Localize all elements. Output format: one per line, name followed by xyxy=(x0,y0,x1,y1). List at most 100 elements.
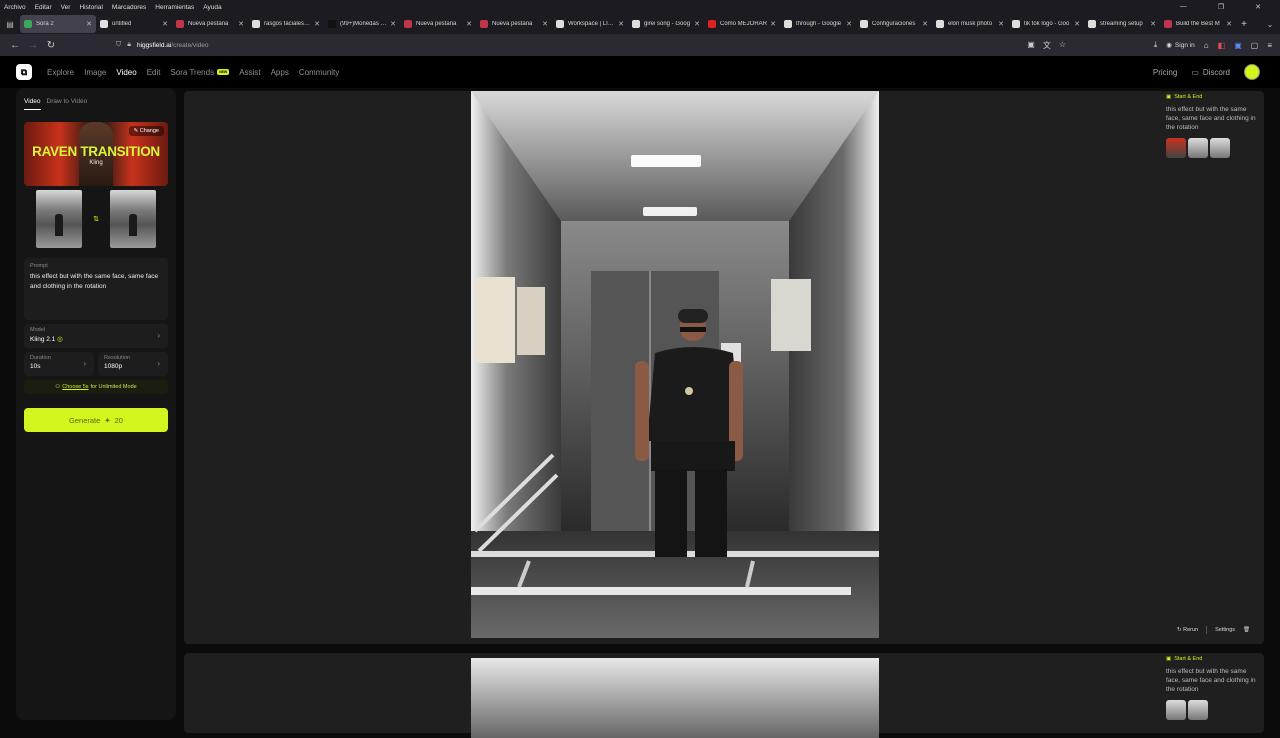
browser-tab[interactable]: elon musk photo ✕ xyxy=(932,15,1008,33)
tab-close-icon[interactable]: ✕ xyxy=(1074,20,1080,28)
browser-tab[interactable]: Workspace | LIVE ✕ xyxy=(552,15,628,33)
tab-close-icon[interactable]: ✕ xyxy=(390,20,396,28)
nav-image[interactable]: Image xyxy=(79,68,111,77)
browser-tab[interactable]: Configuraciones ✕ xyxy=(856,15,932,33)
extension-red-icon[interactable]: ◧ xyxy=(1218,41,1226,50)
user-avatar[interactable] xyxy=(1244,64,1260,80)
browser-tab[interactable]: girei song - Goog ✕ xyxy=(628,15,704,33)
nav-sora-trends[interactable]: Sora Trends NEW xyxy=(165,68,234,77)
nav-apps[interactable]: Apps xyxy=(266,68,294,77)
prompt-field[interactable]: Prompt this effect but with the same fac… xyxy=(24,258,168,320)
forward-arrow-icon[interactable]: → xyxy=(24,36,42,54)
tab-video[interactable]: Video xyxy=(24,98,41,110)
generate-button[interactable]: Generate ✦ 20 xyxy=(24,408,168,432)
result-video-2[interactable] xyxy=(471,658,879,738)
extension-square-icon[interactable]: ▢ xyxy=(1251,41,1259,50)
bookmark-star-icon[interactable]: ☆ xyxy=(1059,40,1066,51)
pricing-link[interactable]: Pricing xyxy=(1153,68,1177,77)
lock-icon[interactable]: 🔒︎ xyxy=(127,41,131,49)
tab-close-icon[interactable]: ✕ xyxy=(846,20,852,28)
browser-tab[interactable]: Sora 2 ✕ xyxy=(20,15,96,33)
translate-icon[interactable]: 文 xyxy=(1043,40,1051,51)
higgsfield-logo-icon[interactable]: ⧉ xyxy=(16,64,32,80)
swap-frames-icon[interactable]: ⇅ xyxy=(93,215,99,223)
nav-explore[interactable]: Explore xyxy=(42,68,79,77)
end-frame-thumbnail[interactable] xyxy=(1188,700,1208,720)
nav-video[interactable]: Video xyxy=(111,68,141,77)
menu-historial[interactable]: Historial xyxy=(75,4,107,11)
tab-close-icon[interactable]: ✕ xyxy=(770,20,776,28)
browser-tab[interactable]: untitled ✕ xyxy=(96,15,172,33)
tab-list-icon[interactable]: ▤ xyxy=(0,14,20,34)
browser-tab[interactable]: through - Google ✕ xyxy=(780,15,856,33)
tab-overflow-chevron-icon[interactable]: ⌄ xyxy=(1260,20,1280,29)
prompt-text[interactable]: this effect but with the same face, same… xyxy=(30,272,162,292)
effect-card[interactable]: ✎ Change RAVEN TRANSITION Kling xyxy=(24,122,168,186)
end-frame-thumbnail[interactable] xyxy=(1210,138,1230,158)
tab-close-icon[interactable]: ✕ xyxy=(466,20,472,28)
nav-assist[interactable]: Assist xyxy=(234,68,265,77)
address-bar[interactable]: ⛉ 🔒︎ higgsfield.ai/create/video ▣ 文 ☆ xyxy=(116,37,1066,53)
start-frame-image[interactable] xyxy=(36,190,82,248)
sign-in-button[interactable]: ◉ Sign in xyxy=(1166,41,1195,50)
shield-icon[interactable]: ⛉ xyxy=(116,41,121,49)
browser-tab[interactable]: Nueva pestaña ✕ xyxy=(172,15,248,33)
result-video[interactable] xyxy=(471,91,879,638)
restore-icon[interactable]: ❐ xyxy=(1214,3,1229,11)
browser-tab[interactable]: Nueva pestaña ✕ xyxy=(476,15,552,33)
close-window-icon[interactable]: ✕ xyxy=(1251,3,1266,11)
tab-close-icon[interactable]: ✕ xyxy=(694,20,700,28)
tab-close-icon[interactable]: ✕ xyxy=(1150,20,1156,28)
change-effect-button[interactable]: ✎ Change xyxy=(128,126,164,136)
browser-tab[interactable]: (99+)Monedas de ✕ xyxy=(324,15,400,33)
minimize-icon[interactable]: — xyxy=(1176,3,1192,11)
tab-close-icon[interactable]: ✕ xyxy=(314,20,320,28)
nav-edit[interactable]: Edit xyxy=(142,68,166,77)
menu-ver[interactable]: Ver xyxy=(57,4,76,11)
trash-icon[interactable]: 🗑︎ xyxy=(1243,627,1250,633)
start-frame-thumbnail[interactable] xyxy=(1166,700,1186,720)
discord-link[interactable]: ▭ Discord xyxy=(1191,68,1230,77)
browser-tab[interactable]: Nueva pestaña ✕ xyxy=(400,15,476,33)
menu-ayuda[interactable]: Ayuda xyxy=(199,4,226,11)
browser-tab[interactable]: Cómo MEJORAR ✕ xyxy=(704,15,780,33)
reload-icon[interactable]: ↻ xyxy=(42,36,60,54)
tab-close-icon[interactable]: ✕ xyxy=(238,20,244,28)
rerun-button[interactable]: ↻ Rerun xyxy=(1177,627,1198,633)
reader-view-icon[interactable]: ▣ xyxy=(1027,40,1035,51)
duration-selector[interactable]: Duration 10s › xyxy=(24,352,94,376)
menu-archivo[interactable]: Archivo xyxy=(0,4,31,11)
menu-herramientas[interactable]: Herramientas xyxy=(151,4,199,11)
extension-blue-icon[interactable]: ▣ xyxy=(1234,41,1242,50)
model-selector[interactable]: Model Kling 2.1 ◎ › xyxy=(24,324,168,348)
start-frame-thumbnail[interactable] xyxy=(1188,138,1208,158)
resolution-selector[interactable]: Resolution 1080p › xyxy=(98,352,168,376)
tab-favicon-icon xyxy=(328,20,336,28)
settings-button[interactable]: Settings xyxy=(1215,627,1235,633)
choose-5s-link[interactable]: Choose 5s xyxy=(62,384,88,390)
menu-hamburger-icon[interactable]: ≡ xyxy=(1267,41,1272,50)
browser-tab[interactable]: Build the Best M ✕ xyxy=(1160,15,1236,33)
end-frame-image[interactable] xyxy=(110,190,156,248)
menu-editar[interactable]: Editar xyxy=(31,4,57,11)
back-arrow-icon[interactable]: ← xyxy=(6,36,24,54)
tab-bar: ▤ Sora 2 ✕ untitled ✕ Nueva pestaña ✕ rasgos f… xyxy=(0,14,1280,34)
tab-close-icon[interactable]: ✕ xyxy=(162,20,168,28)
browser-tab[interactable]: streaming setup ✕ xyxy=(1084,15,1160,33)
new-tab-button[interactable]: + xyxy=(1236,19,1252,30)
tab-close-icon[interactable]: ✕ xyxy=(542,20,548,28)
effect-thumbnail[interactable] xyxy=(1166,138,1186,158)
extensions-icon[interactable]: ⌂ xyxy=(1204,41,1209,50)
browser-tab[interactable]: tik tok logo - Goo ✕ xyxy=(1008,15,1084,33)
tab-close-icon[interactable]: ✕ xyxy=(618,20,624,28)
tab-draw-to-video[interactable]: Draw to Video xyxy=(47,98,88,110)
download-icon[interactable]: ⤓ xyxy=(1154,40,1158,50)
tab-close-icon[interactable]: ✕ xyxy=(86,20,92,28)
tab-close-icon[interactable]: ✕ xyxy=(998,20,1004,28)
start-end-label: Start & End xyxy=(1174,656,1203,662)
tab-close-icon[interactable]: ✕ xyxy=(922,20,928,28)
menu-marcadores[interactable]: Marcadores xyxy=(108,4,151,11)
tab-close-icon[interactable]: ✕ xyxy=(1226,20,1232,28)
browser-tab[interactable]: rasgos faciales en ✕ xyxy=(248,15,324,33)
nav-community[interactable]: Community xyxy=(294,68,344,77)
